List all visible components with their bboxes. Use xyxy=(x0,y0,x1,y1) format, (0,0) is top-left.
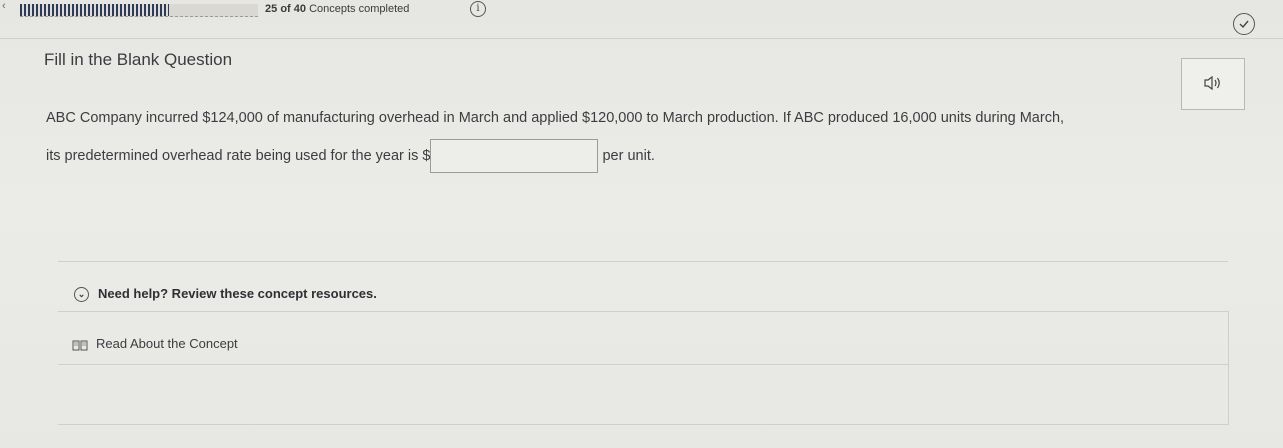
question-line-2: its predetermined overhead rate being us… xyxy=(46,137,1226,175)
resources-box: Read About the Concept xyxy=(58,311,1229,425)
header-divider xyxy=(0,38,1283,39)
check-circle-icon[interactable] xyxy=(1233,13,1255,35)
chevron-down-icon: ⌄ xyxy=(74,287,89,303)
read-concept-link[interactable]: Read About the Concept xyxy=(72,336,238,351)
question-prefix: its predetermined overhead rate being us… xyxy=(46,148,431,164)
help-toggle-label: Need help? Review these concept resource… xyxy=(98,286,377,301)
question-type-title: Fill in the Blank Question xyxy=(44,50,233,69)
book-icon xyxy=(72,339,88,351)
progress-label: Concepts completed xyxy=(309,3,410,15)
resource-row: Read About the Concept xyxy=(58,312,1228,365)
answer-input[interactable] xyxy=(430,139,599,174)
progress-current: 25 xyxy=(265,3,278,15)
read-concept-label: Read About the Concept xyxy=(96,336,238,351)
info-icon[interactable]: i xyxy=(470,1,486,17)
question-suffix: per unit. xyxy=(602,148,655,164)
progress-status: 25 of 40 Concepts completed xyxy=(265,3,409,15)
progress-bar-fill xyxy=(20,4,169,16)
help-panel: ⌄ Need help? Review these concept resourc… xyxy=(58,261,1228,316)
info-glyph: i xyxy=(476,3,480,14)
help-toggle[interactable]: ⌄ Need help? Review these concept resourc… xyxy=(74,286,377,303)
speaker-icon xyxy=(1204,75,1220,91)
back-chevron-icon[interactable]: ‹ xyxy=(2,0,6,12)
progress-bar xyxy=(20,4,258,17)
question-text: ABC Company incurred $124,000 of manufac… xyxy=(46,99,1226,175)
question-line-1: ABC Company incurred $124,000 of manufac… xyxy=(46,110,1065,126)
progress-total: 40 xyxy=(293,3,307,15)
progress-of: of xyxy=(280,3,291,15)
top-bar: ‹ 25 of 40 Concepts completed i xyxy=(0,0,1283,38)
